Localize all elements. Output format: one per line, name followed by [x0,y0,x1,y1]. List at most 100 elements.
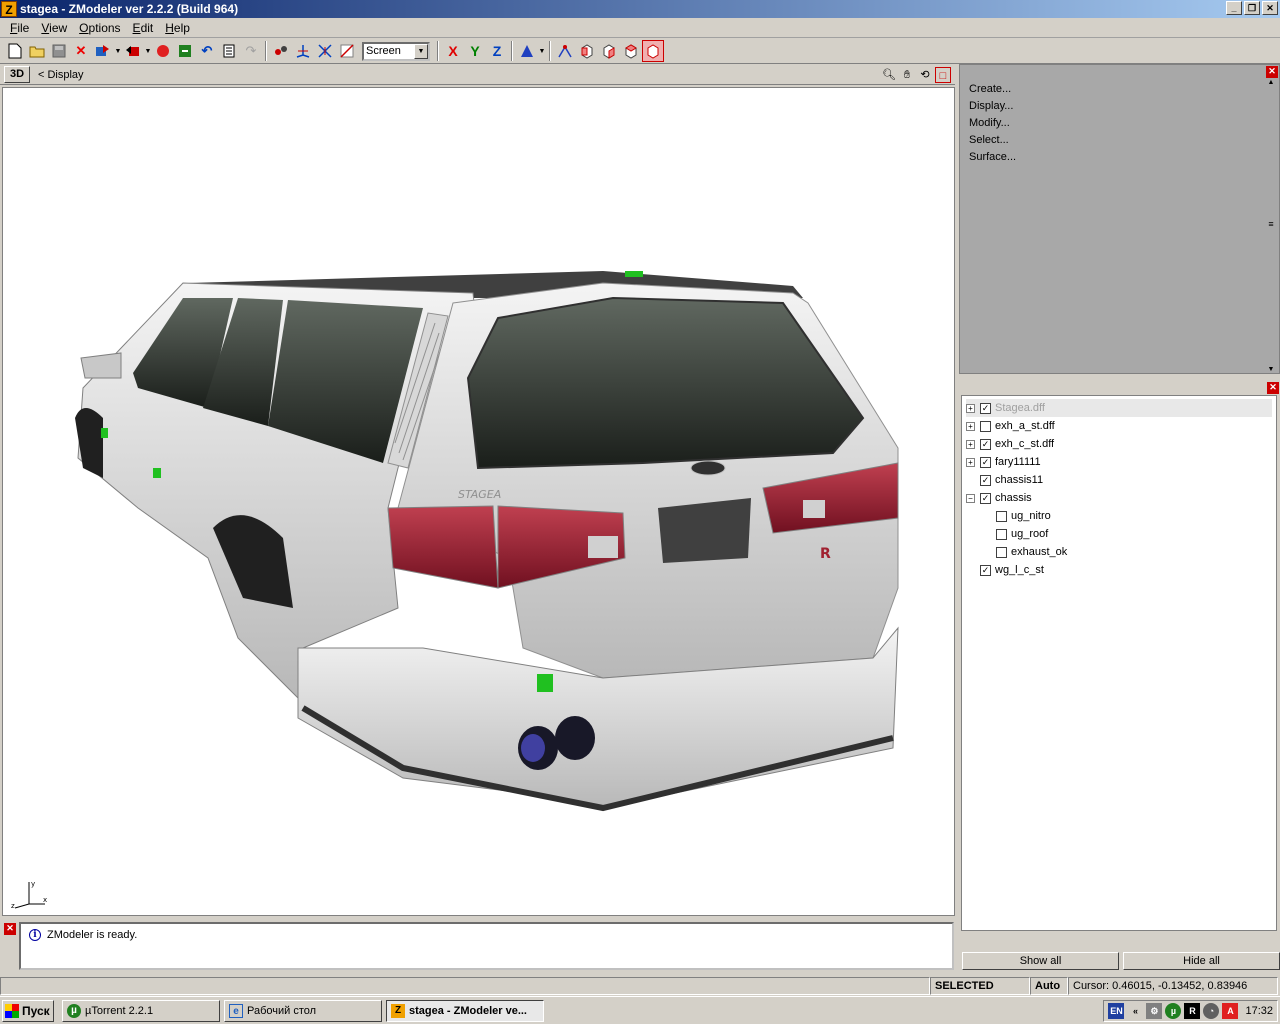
windows-taskbar: Пуск µ µTorrent 2.2.1 e Рабочий стол Z s… [0,996,1280,1024]
expand-icon[interactable]: + [966,421,975,431]
log-output[interactable]: i ZModeler is ready. [19,922,954,970]
tree-item[interactable]: ug_nitro [982,507,1272,525]
chevron-down-icon[interactable]: ▼ [414,43,428,59]
collapse-icon[interactable]: − [966,493,975,503]
clock-tray-icon[interactable]: ◔ [1203,1003,1220,1019]
visibility-checkbox[interactable] [980,420,991,432]
visibility-checkbox[interactable]: ✓ [980,474,991,486]
properties-icon[interactable] [218,40,240,62]
scroll-up-icon[interactable]: ▲ [1265,79,1277,86]
delete-x-icon[interactable]: ✕ [70,40,92,62]
refresh-icon[interactable] [174,40,196,62]
cube-all-icon[interactable] [642,40,664,62]
save-disk-icon[interactable] [48,40,70,62]
coordinate-system-select[interactable]: Screen ▼ [362,41,430,61]
command-create[interactable]: Create... [969,81,1016,98]
axis-z-toggle[interactable]: Z [486,40,508,62]
axis-x-toggle[interactable]: X [442,40,464,62]
expand-icon[interactable]: + [966,439,975,449]
close-icon[interactable]: ✕ [1266,66,1278,78]
rotate-view-icon[interactable]: ⟲ [917,67,933,83]
menu-file[interactable]: File [4,21,35,35]
menu-edit[interactable]: Edit [127,21,160,35]
cross-axis-icon[interactable] [314,40,336,62]
close-icon[interactable]: ✕ [4,923,16,935]
record-icon[interactable] [152,40,174,62]
taskbar-item-zmodeler[interactable]: Z stagea - ZModeler ve... [386,999,544,1022]
visibility-checkbox[interactable] [996,528,1007,540]
view-mode-3d-button[interactable]: 3D [4,66,30,83]
scroll-grip-icon[interactable]: ≡ [1265,219,1277,229]
new-file-icon[interactable] [4,40,26,62]
cube-front-icon[interactable] [576,40,598,62]
taskbar-item-desktop[interactable]: e Рабочий стол [224,999,382,1022]
import-dropdown-icon[interactable]: ▼ [114,48,122,55]
axis-y-toggle[interactable]: Y [464,40,486,62]
network-icon[interactable]: ⚙ [1146,1003,1163,1019]
minimize-button[interactable]: _ [1226,1,1242,15]
show-all-button[interactable]: Show all [962,952,1119,970]
tree-item[interactable]: exhaust_ok [982,543,1272,561]
zoom-icon[interactable]: 🔍︎ [881,67,897,83]
3d-viewport[interactable]: STAGEA R y x z [2,87,955,916]
arrow-up-icon[interactable] [516,40,538,62]
import-icon[interactable] [92,40,114,62]
hide-all-button[interactable]: Hide all [1123,952,1280,970]
visibility-checkbox[interactable]: ✓ [980,564,991,576]
open-folder-icon[interactable] [26,40,48,62]
taskbar-item-utorrent[interactable]: µ µTorrent 2.2.1 [62,999,220,1022]
visibility-checkbox[interactable]: ✓ [980,438,991,450]
command-panel-scrollbar[interactable]: ▲ ≡ ▼ [1265,79,1277,373]
object-tree[interactable]: + ✓ Stagea.dff + exh_a_st.dff + ✓ exh_c_st.dff +… [961,395,1277,931]
vertex-tool-icon[interactable] [270,40,292,62]
menu-options[interactable]: Options [73,21,126,35]
export-dropdown-icon[interactable]: ▼ [144,48,152,55]
visibility-checkbox[interactable]: ✓ [980,402,991,414]
antivirus-icon[interactable]: A [1222,1003,1239,1019]
cube-side-icon[interactable] [598,40,620,62]
command-modify[interactable]: Modify... [969,115,1016,132]
tree-item[interactable]: − ✓ chassis [966,489,1272,507]
visibility-checkbox[interactable]: ✓ [980,492,991,504]
expand-icon[interactable]: + [966,403,975,413]
redo-icon[interactable]: ↷ [240,40,262,62]
zmodeler-app-icon[interactable]: Z [1,1,17,17]
tree-item[interactable]: + exh_a_st.dff [966,417,1272,435]
utorrent-tray-icon[interactable]: µ [1165,1003,1182,1019]
visibility-checkbox[interactable] [996,546,1007,558]
command-display[interactable]: Display... [969,98,1016,115]
close-icon[interactable]: ✕ [1267,382,1279,394]
scroll-down-icon[interactable]: ▼ [1265,366,1277,373]
visibility-checkbox[interactable]: ✓ [980,456,991,468]
visibility-checkbox[interactable] [996,510,1007,522]
arrow-dropdown-icon[interactable]: ▼ [538,48,546,55]
viewport-breadcrumb[interactable]: < Display [38,69,84,81]
selection-tool-icon[interactable] [554,40,576,62]
cube-top-icon[interactable] [620,40,642,62]
menu-help[interactable]: Help [159,21,196,35]
maximize-viewport-icon[interactable]: □ [935,67,951,83]
tree-item[interactable]: + ✓ exh_c_st.dff [966,435,1272,453]
export-icon[interactable] [122,40,144,62]
tree-item[interactable]: ✓ chassis11 [966,471,1272,489]
language-indicator[interactable]: EN [1108,1003,1125,1019]
tree-item[interactable]: ug_roof [982,525,1272,543]
start-button[interactable]: Пуск [2,999,54,1022]
command-select[interactable]: Select... [969,132,1016,149]
tray-expand-icon[interactable]: « [1127,1003,1143,1019]
axis-tool-icon[interactable] [292,40,314,62]
close-button[interactable]: ✕ [1262,1,1278,15]
pan-hand-icon[interactable]: ✋︎ [899,67,915,83]
menu-view[interactable]: View [35,21,73,35]
grid-tool-icon[interactable] [336,40,358,62]
tree-item[interactable]: ✓ wg_l_c_st [966,561,1272,579]
undo-icon[interactable]: ↶ [196,40,218,62]
tree-item[interactable]: + ✓ fary11111 [966,453,1272,471]
maximize-button[interactable]: ❐ [1244,1,1260,15]
tree-item[interactable]: + ✓ Stagea.dff [966,399,1272,417]
expand-icon[interactable]: + [966,457,975,467]
app-tray-icon[interactable]: R [1184,1003,1201,1019]
command-surface[interactable]: Surface... [969,149,1016,166]
car-model-render[interactable]: STAGEA R [3,88,955,916]
system-clock[interactable]: 17:32 [1245,1005,1273,1017]
